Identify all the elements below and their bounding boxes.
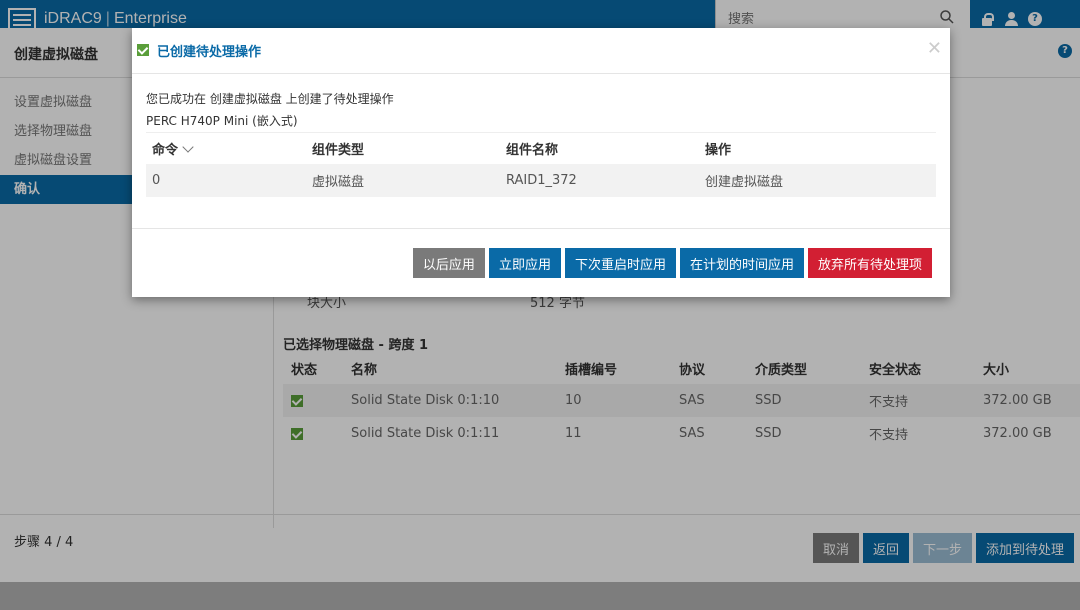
- apply-scheduled-button[interactable]: 在计划的时间应用: [679, 248, 804, 278]
- apply-now-button[interactable]: 立即应用: [488, 248, 561, 278]
- close-icon[interactable]: ✕: [927, 38, 942, 59]
- pending-ops-table: 命令 组件类型 组件名称 操作 0 虚拟磁盘 RAID1_372 创建虚拟磁盘: [146, 132, 936, 197]
- table-row: 0 虚拟磁盘 RAID1_372 创建虚拟磁盘: [146, 163, 936, 197]
- col-operation: 操作: [699, 132, 936, 164]
- col-component-type: 组件类型: [306, 132, 500, 164]
- apply-later-button[interactable]: 以后应用: [412, 248, 485, 278]
- pending-operation-dialog: 已创建待处理操作 ✕ 您已成功在 创建虚拟磁盘 上创建了待处理操作 PERC H…: [132, 28, 950, 297]
- cell-component-name: RAID1_372: [500, 163, 699, 197]
- discard-all-pending-button[interactable]: 放弃所有待处理项: [807, 248, 932, 278]
- dialog-message: 您已成功在 创建虚拟磁盘 上创建了待处理操作: [146, 92, 394, 106]
- dialog-divider: [132, 228, 950, 229]
- apply-next-reboot-button[interactable]: 下次重启时应用: [564, 248, 676, 278]
- success-check-icon: [137, 44, 149, 56]
- col-command[interactable]: 命令: [146, 132, 306, 164]
- sort-chevron-icon[interactable]: [182, 141, 194, 153]
- cell-command: 0: [146, 163, 306, 197]
- cell-component-type: 虚拟磁盘: [306, 163, 500, 197]
- cell-operation: 创建虚拟磁盘: [699, 163, 936, 197]
- controller-name: PERC H740P Mini (嵌入式): [146, 114, 298, 128]
- dialog-title: 已创建待处理操作: [157, 45, 262, 60]
- col-component-name: 组件名称: [500, 132, 699, 164]
